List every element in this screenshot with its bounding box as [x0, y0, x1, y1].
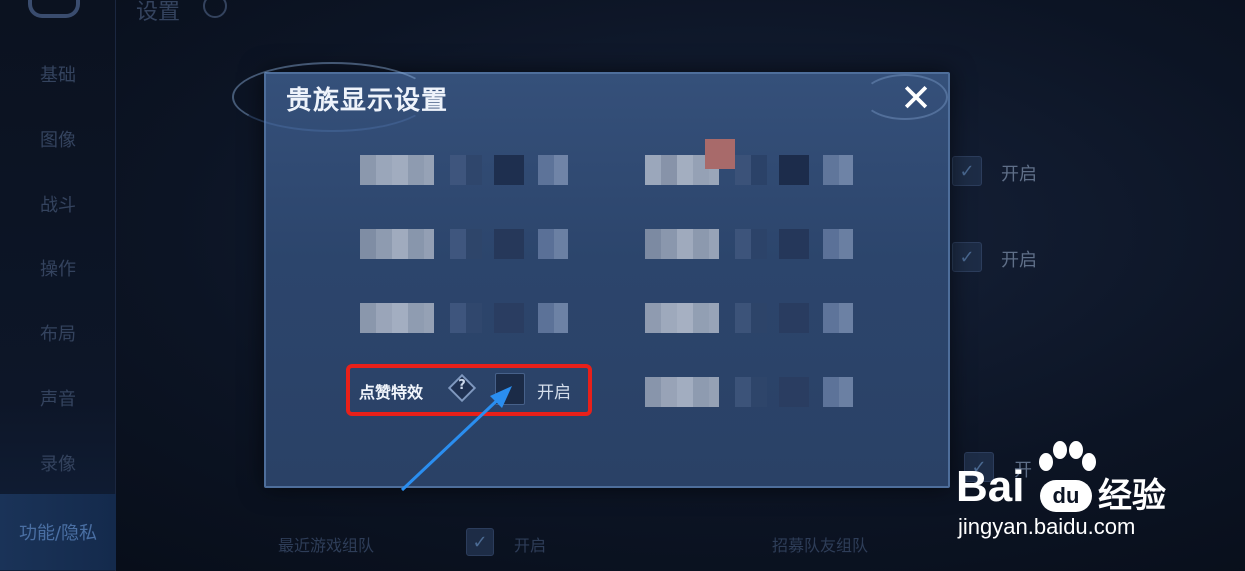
watermark-url: jingyan.baidu.com [958, 514, 1136, 539]
watermark-badge: du [1040, 480, 1092, 512]
paw-logo-icon [1039, 441, 1096, 471]
watermark-brand-cn: 经验 [1098, 476, 1166, 516]
watermark-brand: Bai [956, 462, 1025, 511]
baidu-jingyan-watermark: Bai du 经验 jingyan.baidu.com [956, 440, 1206, 550]
